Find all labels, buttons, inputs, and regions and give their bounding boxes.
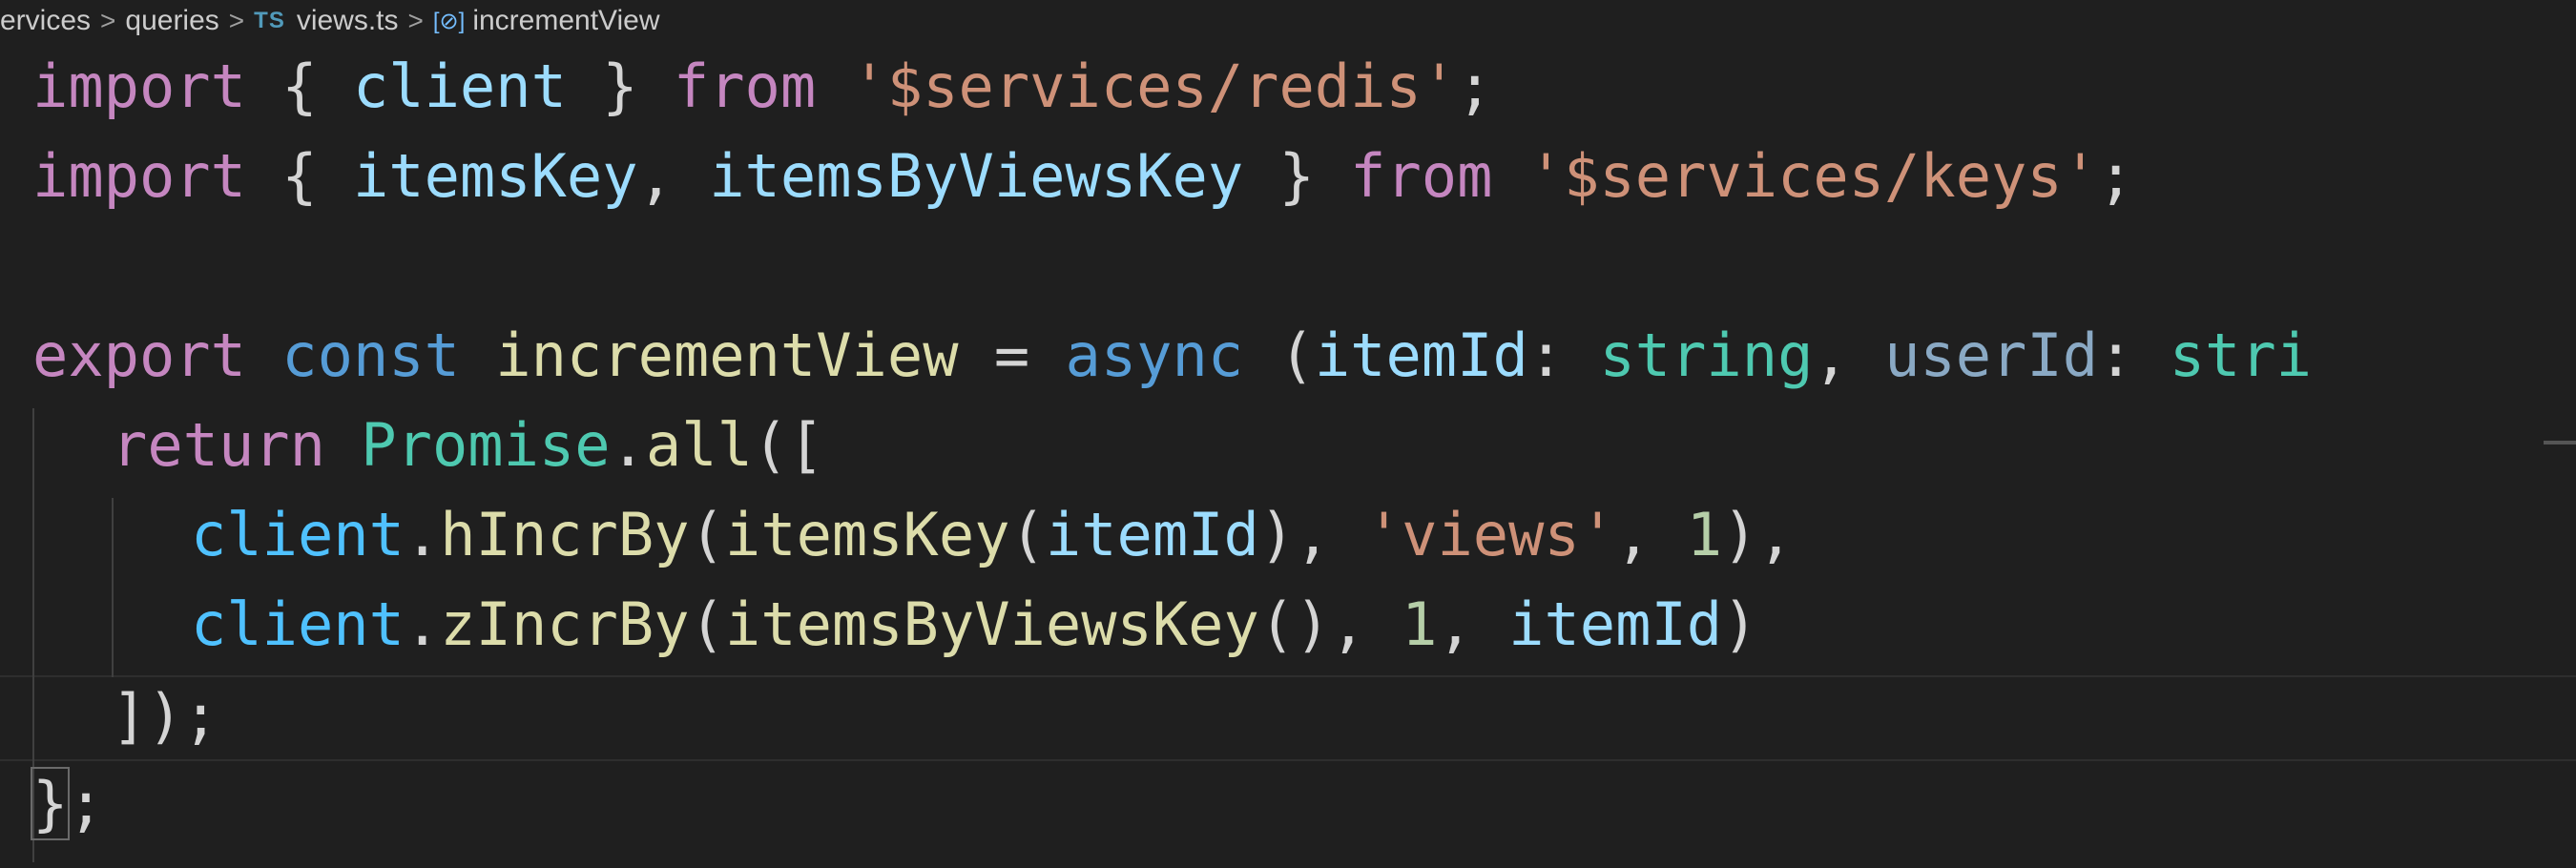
code-token: , — [1437, 589, 1509, 659]
code-line-7[interactable]: client.zIncrBy(itemsByViewsKey(), 1, ite… — [191, 580, 1757, 670]
scrollbar-marker — [2544, 441, 2576, 444]
code-token: } — [1243, 141, 1351, 211]
code-token: ; — [1457, 52, 1493, 121]
code-token: Promise — [361, 410, 611, 480]
code-token: export — [32, 320, 246, 390]
code-token: 'views' — [1365, 500, 1616, 569]
code-token: 1 — [1402, 589, 1438, 659]
code-token: all — [645, 410, 753, 480]
code-token: return — [112, 410, 325, 480]
code-token: { — [245, 141, 353, 211]
code-token: 1 — [1686, 500, 1723, 569]
code-line-5[interactable]: return Promise.all([ — [112, 401, 824, 490]
code-token: const — [281, 320, 460, 390]
code-token: itemId — [1314, 320, 1528, 390]
code-token: , — [1615, 500, 1687, 569]
code-token: itemsByViewsKey — [709, 141, 1244, 211]
code-token: ([ — [752, 410, 824, 480]
code-token: itemsKey — [352, 141, 638, 211]
code-token: ; — [68, 769, 104, 838]
code-token: ( — [1009, 500, 1046, 569]
code-line-6[interactable]: client.hIncrBy(itemsKey(itemId), 'views'… — [191, 490, 1794, 580]
breadcrumb-item-services[interactable]: ervices — [0, 5, 91, 37]
breadcrumb-label: ervices — [0, 5, 92, 36]
breadcrumb-item-views-ts[interactable]: TS views.ts — [254, 5, 398, 37]
breadcrumb: ervices > queries > TS views.ts > [⊘] in… — [0, 0, 2576, 42]
code-token: . — [404, 589, 441, 659]
code-token: (), — [1258, 589, 1402, 659]
code-token: ) — [1722, 589, 1758, 659]
code-line-9[interactable]: }; — [30, 759, 104, 849]
code-token: from — [673, 52, 817, 121]
code-token: '$services/redis' — [851, 52, 1458, 121]
code-token: itemId — [1045, 500, 1259, 569]
code-token: : — [2098, 320, 2170, 390]
code-token: hIncrBy — [440, 500, 690, 569]
code-token: from — [1350, 141, 1493, 211]
code-token: , — [637, 141, 710, 211]
code-token: client — [191, 500, 405, 569]
chevron-right-icon: > — [100, 6, 116, 35]
code-line-2[interactable]: import { itemsKey, itemsByViewsKey } fro… — [32, 132, 2133, 221]
code-token: { — [245, 52, 353, 121]
code-line-8[interactable]: ]); — [112, 672, 218, 761]
code-token: ( — [1243, 320, 1315, 390]
code-token: } — [566, 52, 674, 121]
matching-bracket: } — [30, 767, 71, 840]
code-token: string — [1599, 320, 1814, 390]
code-token: ( — [689, 589, 725, 659]
code-token: ; — [2098, 141, 2134, 211]
code-token: itemId — [1508, 589, 1723, 659]
breadcrumb-item-incrementview[interactable]: [⊘] incrementView — [433, 5, 660, 37]
typescript-file-icon: TS — [254, 8, 285, 33]
code-token: client — [191, 589, 405, 659]
code-token: client — [352, 52, 567, 121]
code-token: . — [610, 410, 646, 480]
code-token: import — [32, 141, 246, 211]
code-token: ), — [1722, 500, 1794, 569]
code-token: . — [404, 500, 441, 569]
code-line-4[interactable]: export const incrementView = async (item… — [32, 311, 2312, 401]
code-token: ]); — [112, 681, 218, 751]
code-token: itemsKey — [724, 500, 1010, 569]
code-token: incrementView — [495, 320, 959, 390]
chevron-right-icon: > — [228, 6, 245, 35]
code-token: '$services/keys' — [1527, 141, 2099, 211]
variable-symbol-icon: [⊘] — [432, 8, 466, 34]
code-token: ( — [689, 500, 725, 569]
code-line-1[interactable]: import { client } from '$services/redis'… — [32, 42, 1492, 132]
code-token: , — [1813, 320, 1885, 390]
code-token: userId — [1884, 320, 2099, 390]
current-line-highlight — [0, 675, 2576, 761]
code-token: import — [32, 52, 246, 121]
code-token: = — [958, 320, 1066, 390]
code-editor[interactable]: import { client } from '$services/redis'… — [0, 42, 2576, 868]
code-token: zIncrBy — [440, 589, 690, 659]
code-token: async — [1065, 320, 1244, 390]
chevron-right-icon: > — [407, 6, 424, 35]
breadcrumb-label: views.ts — [296, 5, 399, 36]
breadcrumb-item-queries[interactable]: queries — [125, 5, 218, 37]
code-token: ), — [1258, 500, 1366, 569]
code-token: : — [1527, 320, 1600, 390]
breadcrumb-label: queries — [125, 5, 219, 36]
breadcrumb-label: incrementView — [472, 5, 660, 36]
indent-guide — [112, 498, 114, 677]
code-token: stri — [2169, 320, 2312, 390]
code-token: itemsByViewsKey — [724, 589, 1259, 659]
